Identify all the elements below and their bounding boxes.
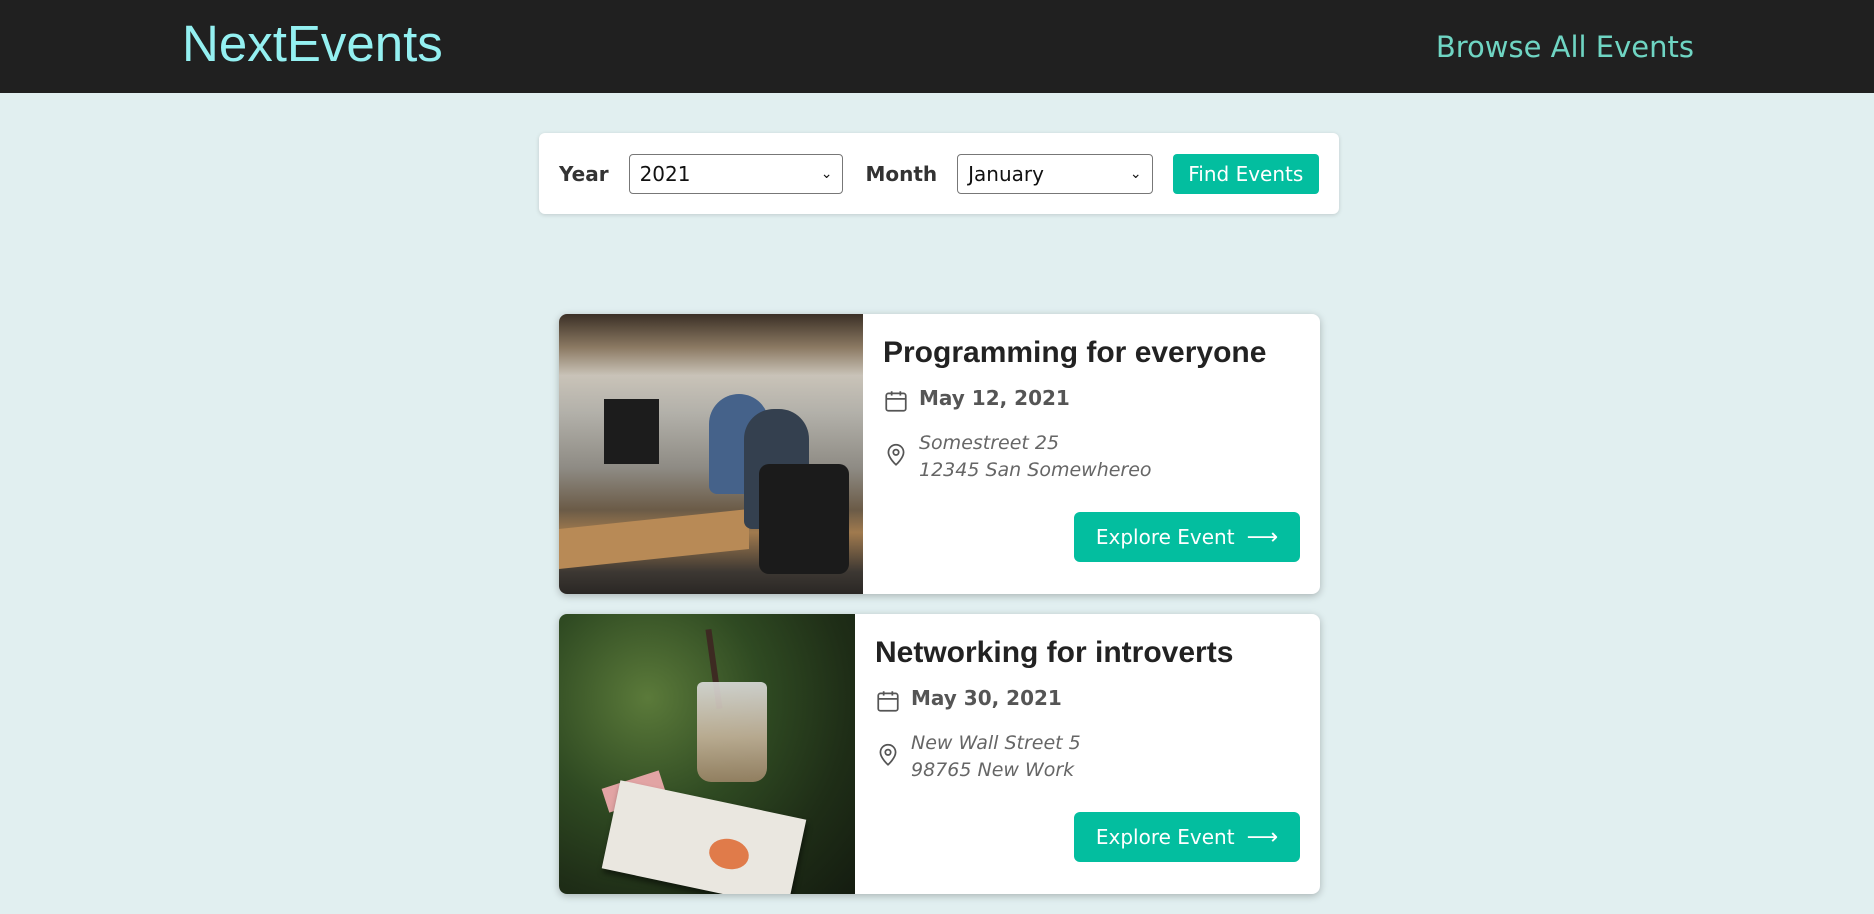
event-title: Networking for introverts (875, 636, 1234, 669)
calendar-icon (885, 391, 907, 412)
event-date: May 30, 2021 (911, 686, 1062, 710)
month-select[interactable]: January ⌄ (957, 153, 1153, 194)
explore-event-button[interactable]: Explore Event ⟶ (1074, 512, 1300, 562)
calendar-icon (877, 691, 899, 712)
event-address-row: Somestreet 25 12345 San Somewhereo (883, 430, 1300, 484)
event-date-row: May 12, 2021 (883, 386, 1300, 414)
browse-all-events-link[interactable]: Browse All Events (1436, 30, 1694, 64)
event-date-row: May 30, 2021 (875, 686, 1300, 714)
event-address-row: New Wall Street 5 98765 New Work (875, 730, 1300, 784)
event-card: Programming for everyone May 12, 2021 So… (559, 314, 1320, 594)
month-label: Month (865, 161, 938, 186)
year-select-value: 2021 (639, 161, 691, 186)
year-select[interactable]: 2021 ⌄ (628, 153, 844, 194)
chevron-down-icon: ⌄ (820, 165, 833, 182)
chevron-down-icon: ⌄ (1129, 165, 1142, 182)
event-image (559, 614, 855, 894)
find-events-button[interactable]: Find Events (1172, 153, 1319, 194)
event-list: Programming for everyone May 12, 2021 So… (559, 314, 1320, 914)
event-address: New Wall Street 5 98765 New Work (911, 732, 1081, 781)
logo-link[interactable]: NextEvents (182, 14, 443, 73)
event-address: Somestreet 25 12345 San Somewhereo (919, 432, 1152, 481)
explore-event-button[interactable]: Explore Event ⟶ (1074, 812, 1300, 862)
event-image (559, 314, 863, 594)
events-search-form: Year 2021 ⌄ Month January ⌄ Find Events (539, 133, 1339, 214)
location-pin-icon (887, 443, 905, 466)
arrow-right-icon: ⟶ (1246, 824, 1279, 850)
event-title: Programming for everyone (883, 336, 1267, 369)
event-content: Programming for everyone May 12, 2021 So… (863, 314, 1320, 594)
event-content: Networking for introverts May 30, 2021 N… (855, 614, 1320, 894)
location-pin-icon (879, 743, 897, 766)
main-header: NextEvents Browse All Events (0, 0, 1874, 93)
event-card: Networking for introverts May 30, 2021 N… (559, 614, 1320, 894)
explore-event-label: Explore Event (1095, 525, 1235, 549)
event-date: May 12, 2021 (919, 386, 1070, 410)
year-label: Year (559, 161, 609, 186)
arrow-right-icon: ⟶ (1246, 524, 1279, 550)
explore-event-label: Explore Event (1095, 825, 1235, 849)
month-select-value: January (968, 161, 1044, 186)
